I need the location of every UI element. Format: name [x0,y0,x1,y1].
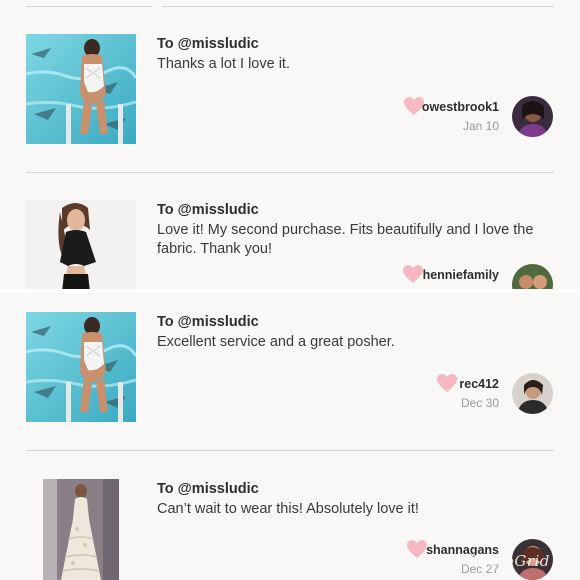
black-top-photo-icon [26,200,136,289]
review-message: Can’t wait to wear this! Absolutely love… [157,501,419,517]
divider [26,450,554,451]
review-message: Excellent service and a great posher. [157,334,395,350]
heart-icon[interactable] [406,539,428,559]
watermark: PhotoGrid [468,552,550,570]
user-avatar-icon [512,264,553,289]
listing-thumbnail[interactable] [26,34,136,144]
listing-thumbnail[interactable] [43,479,119,580]
review-recipient: To @missludic [157,36,259,52]
reviewer-username[interactable]: rec412 [459,377,499,391]
reviewer-username[interactable]: henniefamily [423,268,499,282]
avatar[interactable] [512,373,553,414]
review-date: Jan 10 [462,119,499,133]
divider [26,6,152,7]
listing-thumbnail[interactable] [26,200,136,289]
listing-thumbnail[interactable] [26,312,136,422]
review-message: Love it! My second purchase. Fits beauti… [157,222,534,257]
review-date: Dec 30 [460,396,499,410]
swimsuit-photo-icon [26,34,136,144]
review-recipient: To @missludic [157,481,259,497]
avatar[interactable] [512,264,553,289]
heart-icon[interactable] [402,264,424,284]
review-recipient: To @missludic [157,314,259,330]
review-message: Thanks a lot I love it. [157,56,290,72]
screenshot-panel-top: To @missludic Thanks a lot I love it. ow… [0,0,580,289]
user-avatar-icon [512,96,553,137]
swimsuit-photo-icon [26,312,136,422]
divider [26,172,554,173]
heart-icon[interactable] [436,373,458,393]
lace-dress-photo-icon [43,479,119,580]
user-avatar-icon [512,373,553,414]
review-recipient: To @missludic [157,202,259,218]
divider [162,6,554,7]
avatar[interactable] [512,96,553,137]
reviewer-username[interactable]: owestbrook1 [422,100,499,114]
screenshot-panel-bottom: To @missludic Excellent service and a gr… [0,293,580,580]
